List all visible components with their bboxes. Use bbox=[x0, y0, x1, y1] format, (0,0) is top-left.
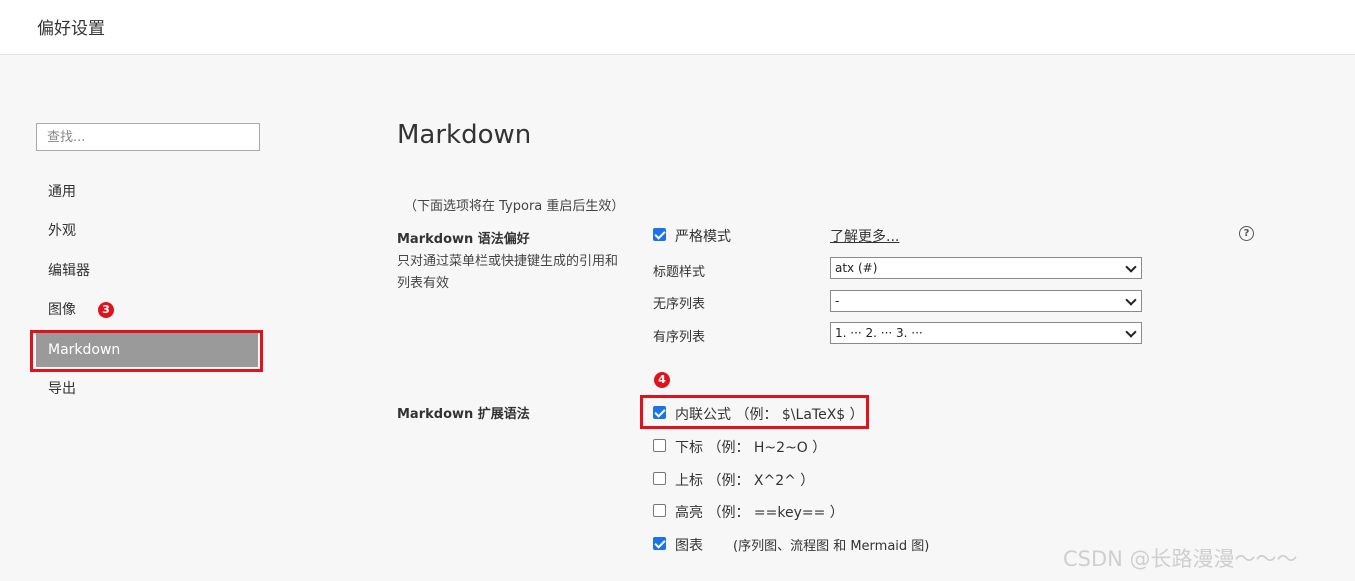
sidebar-item-export[interactable]: 导出 bbox=[36, 372, 258, 406]
watermark: CSDN @长路漫漫～～～ bbox=[1063, 547, 1298, 571]
diagrams-note: (序列图、流程图 和 Mermaid 图) bbox=[733, 539, 930, 554]
superscript-checkbox[interactable] bbox=[653, 472, 666, 485]
heading-style-label: 标题样式 bbox=[653, 265, 706, 280]
ordered-list-select[interactable]: 1. ··· 2. ··· 3. ··· bbox=[830, 322, 1142, 344]
sidebar-item-image[interactable]: 图像 bbox=[36, 293, 258, 327]
extended-syntax-heading: Markdown 扩展语法 bbox=[397, 407, 530, 422]
heading-style-select[interactable]: atx (#) bbox=[830, 257, 1142, 279]
superscript-label: 上标 （例： X^2^ ） bbox=[675, 473, 815, 489]
restart-note: （下面选项将在 Typora 重启后生效） bbox=[404, 199, 625, 214]
sidebar-item-appearance[interactable]: 外观 bbox=[36, 214, 258, 248]
search-input[interactable] bbox=[36, 123, 260, 151]
sidebar-item-editor[interactable]: 编辑器 bbox=[36, 254, 258, 288]
strict-mode-label: 严格模式 bbox=[675, 229, 731, 245]
diagrams-label: 图表 bbox=[675, 538, 708, 554]
learn-more-link[interactable]: 了解更多... bbox=[830, 226, 899, 246]
window-title: 偏好设置 bbox=[37, 19, 105, 39]
annotation-step-4: 4 bbox=[654, 372, 670, 388]
unordered-list-value: - bbox=[835, 294, 840, 308]
syntax-preference-description: 只对通过菜单栏或快捷键生成的引用和列表有效 bbox=[397, 254, 619, 291]
unordered-list-label: 无序列表 bbox=[653, 297, 706, 312]
inline-math-label: 内联公式 （例： $\LaTeX$ ） bbox=[675, 407, 864, 423]
sidebar-item-general[interactable]: 通用 bbox=[36, 175, 258, 209]
ordered-list-label: 有序列表 bbox=[653, 330, 706, 345]
inline-math-checkbox[interactable] bbox=[653, 406, 666, 419]
annotation-step-3: 3 bbox=[98, 302, 114, 318]
strict-mode-checkbox[interactable] bbox=[653, 228, 666, 241]
diagrams-checkbox[interactable] bbox=[653, 537, 666, 550]
ordered-list-value: 1. ··· 2. ··· 3. ··· bbox=[835, 326, 923, 340]
chevron-down-icon bbox=[1125, 261, 1137, 273]
title-bar: 偏好设置 bbox=[0, 0, 1355, 55]
page-title: Markdown bbox=[397, 120, 532, 150]
unordered-list-select[interactable]: - bbox=[830, 290, 1142, 312]
highlight-box-markdown bbox=[30, 330, 263, 372]
syntax-preference-heading: Markdown 语法偏好 bbox=[397, 232, 530, 247]
chevron-down-icon bbox=[1125, 326, 1137, 338]
subscript-checkbox[interactable] bbox=[653, 439, 666, 452]
heading-style-value: atx (#) bbox=[835, 261, 878, 275]
subscript-label: 下标 （例： H~2~O ） bbox=[675, 440, 827, 456]
help-icon[interactable]: ? bbox=[1239, 226, 1254, 241]
highlight-checkbox[interactable] bbox=[653, 504, 666, 517]
chevron-down-icon bbox=[1125, 294, 1137, 306]
highlight-label: 高亮 （例： ==key== ） bbox=[675, 505, 844, 521]
